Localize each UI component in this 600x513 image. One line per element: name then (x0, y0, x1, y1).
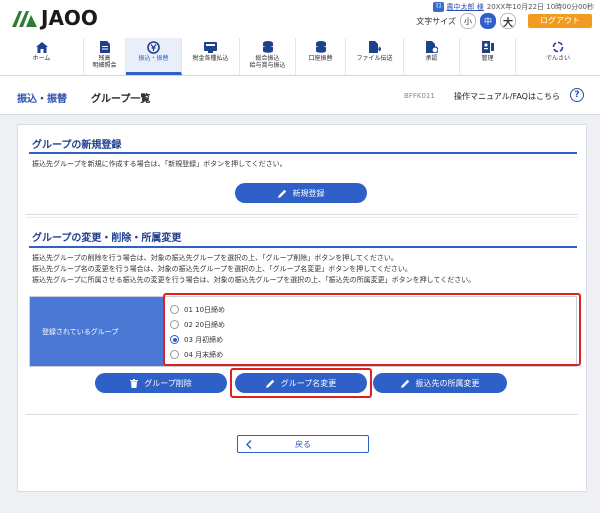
font-size-small-button[interactable]: 小 (460, 13, 476, 29)
card-icon (204, 41, 218, 53)
nav-label: ファイル伝送 (356, 55, 393, 62)
nav-label: 承認 (425, 55, 438, 62)
font-size-large-button[interactable]: 大 (500, 13, 516, 29)
brand-logo: JAOO (10, 6, 98, 30)
approval-icon (425, 41, 439, 53)
nav-label: 口座振替 (308, 55, 333, 62)
highlight-frame-groups (163, 293, 581, 366)
nav-item-balance[interactable]: 残高 明細照会 (84, 38, 126, 75)
group-table-header: 登録されているグループ (30, 297, 165, 366)
pencil-icon (400, 379, 409, 388)
section-title-new: グループの新規登録 (32, 140, 122, 151)
membership-change-button[interactable]: 振込先の所属変更 (373, 373, 507, 393)
user-info: ﾏｽ 農中太郎 様 20XX年10月22日 10時00分00秒 (433, 2, 594, 12)
breadcrumb: 振込・振替 (17, 94, 67, 105)
trash-icon (130, 378, 139, 388)
edit-description-delete: 振込先グループの削除を行う場合は、対象の振込先グループを選択の上、「グループ削除… (32, 254, 398, 262)
yen-icon (147, 40, 161, 54)
membership-change-label: 振込先の所属変更 (415, 378, 480, 388)
back-button[interactable]: 戻る (237, 435, 369, 453)
coins-icon (261, 41, 275, 53)
edit-description-membership: 振込先グループに所属させる振込先の変更を行う場合は、対象の振込先グループを選択の… (32, 276, 476, 284)
ja-logo-icon (12, 11, 37, 27)
back-label: 戻る (295, 439, 311, 449)
nav-label: でんさい (545, 55, 570, 62)
home-icon (35, 41, 49, 53)
section-divider (26, 217, 578, 218)
new-description: 振込先グループを新規に作成する場合は、「新規登録」ボタンを押してください。 (32, 160, 287, 168)
new-register-label: 新規登録 (292, 188, 325, 198)
nav-item-tax[interactable]: 税金各種払込 (182, 38, 240, 75)
edit-description-rename: 振込先グループ名の変更を行う場合は、対象の振込先グループを選択の上、「グループ名… (32, 265, 412, 273)
section-title-edit: グループの変更・削除・所属変更 (32, 233, 182, 244)
nav-item-file-transfer[interactable]: ファイル伝送 (346, 38, 404, 75)
login-datetime: 20XX年10月22日 10時00分00秒 (486, 3, 594, 11)
nav-item-home[interactable]: ホーム (0, 38, 84, 75)
new-register-button[interactable]: 新規登録 (235, 183, 367, 203)
help-icon[interactable]: ? (570, 88, 584, 102)
nav-label: 管理 (481, 55, 494, 62)
group-delete-button[interactable]: グループ削除 (95, 373, 227, 393)
font-size-control: 文字サイズ 小 中 大 ログアウト (416, 13, 592, 29)
nav-label: 税金各種払込 (192, 55, 229, 62)
section-underline (29, 246, 577, 248)
nav-label: 振込・振替 (138, 55, 169, 62)
group-delete-label: グループ削除 (144, 378, 192, 388)
admin-icon (481, 41, 495, 53)
section-underline (29, 152, 577, 154)
nav-item-admin[interactable]: 管理 (460, 38, 516, 75)
nav-item-densai[interactable]: でんさい (516, 38, 600, 75)
manual-link[interactable]: 操作マニュアル/FAQはこちら (454, 91, 560, 102)
main-panel: グループの新規登録 振込先グループを新規に作成する場合は、「新規登録」ボタンを押… (17, 124, 587, 492)
densai-icon (551, 41, 565, 53)
main-nav: ホーム 残高 明細照会 振込・振替 税金各種払込 総合振込 給与賞与振込 口座振… (0, 38, 600, 76)
file-transfer-icon (368, 41, 382, 53)
nav-label: 総合振込 給与賞与振込 (249, 55, 286, 69)
font-size-label: 文字サイズ (416, 16, 456, 26)
user-name-link[interactable]: 農中太郎 様 (447, 2, 484, 12)
coins-icon (314, 41, 328, 53)
nav-label: ホーム (32, 55, 51, 62)
page-header: 振込・振替 グループ一覧 BFFK011 操作マニュアル/FAQはこちら ? (0, 76, 600, 115)
top-bar: JAOO ﾏｽ 農中太郎 様 20XX年10月22日 10時00分00秒 文字サ… (0, 0, 600, 38)
highlight-frame-rename (230, 368, 372, 398)
section-divider (26, 214, 578, 215)
nav-item-bulk-transfer[interactable]: 総合振込 給与賞与振込 (240, 38, 296, 75)
page-title: グループ一覧 (91, 94, 151, 105)
user-badge: ﾏｽ (433, 2, 444, 12)
pencil-icon (277, 189, 286, 198)
nav-item-approval[interactable]: 承認 (404, 38, 460, 75)
font-size-medium-button[interactable]: 中 (480, 13, 496, 29)
logout-button[interactable]: ログアウト (528, 14, 592, 28)
nav-label: 残高 明細照会 (92, 55, 117, 69)
brand-name: JAOO (41, 6, 98, 30)
nav-item-account-transfer[interactable]: 口座振替 (296, 38, 346, 75)
document-icon (98, 41, 112, 53)
section-divider (26, 414, 578, 415)
nav-item-transfer[interactable]: 振込・振替 (126, 38, 182, 75)
screen-id: BFFK011 (404, 92, 435, 100)
